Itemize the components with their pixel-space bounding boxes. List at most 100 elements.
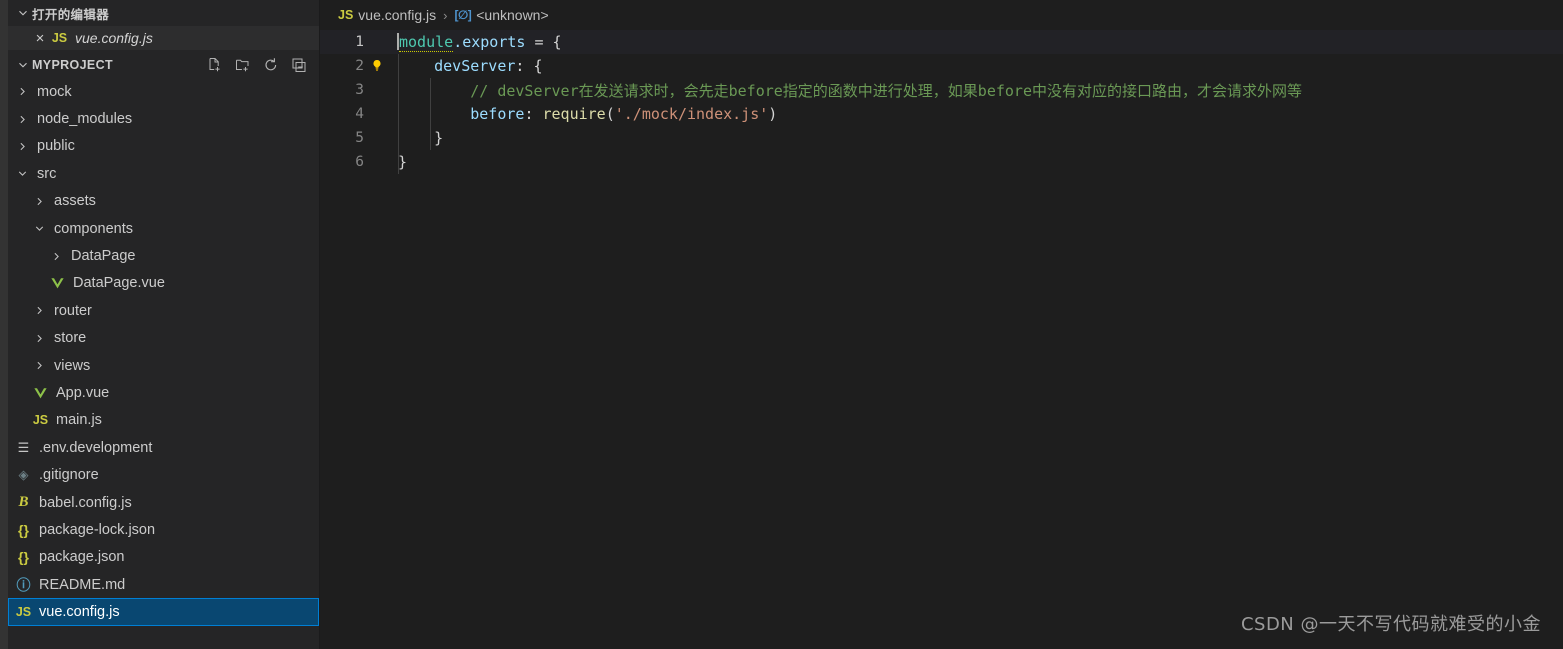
code-line[interactable]: 6 } — [320, 150, 1563, 174]
code-text: module.exports = { — [390, 33, 562, 52]
vue-icon — [48, 276, 67, 290]
tree-item-label: .env.development — [39, 439, 153, 456]
close-icon[interactable]: × — [30, 30, 50, 47]
explorer-actions — [206, 57, 319, 74]
watermark: CSDN @一天不写代码就难受的小金 — [1240, 614, 1541, 635]
tree-item[interactable]: mock — [8, 78, 319, 105]
js-icon: JS — [51, 31, 68, 45]
breadcrumb-symbol[interactable]: <unknown> — [476, 7, 548, 23]
code-line[interactable]: 1 module.exports = { — [320, 30, 1563, 54]
token-paren-close: ) — [768, 105, 778, 123]
open-editors-header[interactable]: 打开的编辑器 — [8, 0, 319, 26]
line-number: 4 — [355, 106, 364, 122]
open-editor-label: vue.config.js — [75, 30, 153, 46]
tree-item[interactable]: public — [8, 133, 319, 160]
tree-item[interactable]: JS main.js — [8, 407, 319, 434]
code-editor[interactable]: 1 module.exports = { 2 devServer: {3 //… — [320, 30, 1563, 174]
tree-item-selected[interactable]: JS vue.config.js — [8, 598, 319, 626]
chevron-right-icon[interactable] — [31, 302, 48, 319]
lightbulb-icon[interactable] — [364, 59, 390, 73]
tree-item[interactable]: components — [8, 215, 319, 242]
vue-icon — [31, 386, 50, 400]
tree-item[interactable]: App.vue — [8, 379, 319, 406]
tree-item[interactable]: node_modules — [8, 105, 319, 132]
js-icon: JS — [338, 8, 354, 22]
tree-item[interactable]: ⓘ README.md — [8, 571, 319, 598]
token-exports: .exports — [453, 33, 526, 51]
open-editor-item-vue-config[interactable]: × JS vue.config.js — [8, 26, 319, 50]
line-number: 2 — [355, 58, 364, 74]
chevron-right-icon[interactable] — [14, 138, 31, 155]
open-editors-title: 打开的编辑器 — [32, 7, 110, 22]
code-line[interactable]: 2 devServer: { — [320, 54, 1563, 78]
file-tree: mock node_modules public src assets component… — [8, 78, 319, 626]
chevron-down-icon[interactable] — [14, 165, 31, 182]
chevron-right-icon[interactable] — [31, 330, 48, 347]
new-folder-icon[interactable] — [234, 57, 251, 74]
tree-item-label: .gitignore — [39, 467, 99, 484]
project-header[interactable]: MYPROJECT — [8, 52, 319, 78]
chevron-down-icon[interactable] — [14, 58, 32, 72]
tree-item[interactable]: ☰ .env.development — [8, 434, 319, 461]
chevron-right-icon[interactable] — [31, 357, 48, 374]
refresh-icon[interactable] — [262, 57, 279, 74]
json-icon: {} — [18, 521, 29, 538]
babel-icon: B — [18, 494, 29, 511]
tree-item[interactable]: assets — [8, 188, 319, 215]
symbol-icon: [∅] — [454, 8, 472, 22]
token-devserver: devServer — [434, 57, 516, 75]
token-comment: // devServer在发送请求时，会先走before指定的函数中进行处理，如… — [470, 81, 1302, 100]
tree-item-label: store — [54, 330, 87, 347]
breadcrumb-file[interactable]: vue.config.js — [358, 7, 436, 23]
code-text: } — [390, 153, 407, 171]
tree-item-label: src — [37, 165, 57, 182]
tree-item[interactable]: ◈ .gitignore — [8, 461, 319, 488]
tree-item[interactable]: DataPage — [8, 242, 319, 269]
breadcrumb: JS vue.config.js › [∅] <unknown> — [320, 0, 1563, 30]
git-icon: ◈ — [18, 467, 29, 483]
tree-item[interactable]: {} package-lock.json — [8, 516, 319, 543]
tree-item[interactable]: views — [8, 352, 319, 379]
editor-pane: JS vue.config.js › [∅] <unknown> 1 modul… — [320, 0, 1563, 649]
line-number: 3 — [355, 82, 364, 98]
code-text: devServer: { — [390, 57, 543, 75]
token-paren-open: ( — [605, 105, 615, 123]
token-colon-brace: : { — [515, 57, 543, 75]
chevron-down-icon[interactable] — [31, 220, 48, 237]
token-close-brace: } — [434, 129, 444, 147]
tree-item-label: main.js — [56, 412, 102, 429]
tree-item-label: router — [54, 302, 92, 319]
tree-item-label: babel.config.js — [39, 494, 132, 511]
line-number: 6 — [355, 154, 364, 170]
code-line[interactable]: 3 // devServer在发送请求时，会先走before指定的函数中进行处理… — [320, 78, 1563, 102]
activity-bar[interactable] — [0, 0, 8, 649]
chevron-right-icon: › — [443, 7, 448, 23]
code-text: // devServer在发送请求时，会先走before指定的函数中进行处理，如… — [390, 80, 1302, 101]
tree-item-label: assets — [54, 193, 96, 210]
tree-item[interactable]: store — [8, 325, 319, 352]
chevron-right-icon[interactable] — [48, 248, 65, 265]
token-string-path: './mock/index.js' — [614, 105, 769, 123]
tree-item[interactable]: DataPage.vue — [8, 270, 319, 297]
tree-item[interactable]: src — [8, 160, 319, 187]
tree-item-label: App.vue — [56, 384, 110, 401]
token-require: require — [542, 105, 606, 123]
tree-item-label: vue.config.js — [39, 604, 120, 621]
tree-item[interactable]: router — [8, 297, 319, 324]
tree-item-label: mock — [37, 83, 72, 100]
code-line[interactable]: 5 } — [320, 126, 1563, 150]
code-line[interactable]: 4 before: require('./mock/index.js') — [320, 102, 1563, 126]
chevron-right-icon[interactable] — [31, 193, 48, 210]
chevron-right-icon[interactable] — [14, 83, 31, 100]
collapse-all-icon[interactable] — [290, 57, 307, 74]
tree-item[interactable]: Bbabel.config.js — [8, 489, 319, 516]
env-icon: ☰ — [17, 439, 30, 455]
line-number: 5 — [355, 130, 364, 146]
chevron-right-icon[interactable] — [14, 111, 31, 128]
line-number: 1 — [355, 34, 364, 50]
tree-item[interactable]: {} package.json — [8, 544, 319, 571]
chevron-down-icon[interactable] — [14, 6, 32, 20]
tree-item-label: components — [54, 220, 133, 237]
new-file-icon[interactable] — [206, 57, 223, 74]
tree-item-label: package.json — [39, 549, 125, 566]
